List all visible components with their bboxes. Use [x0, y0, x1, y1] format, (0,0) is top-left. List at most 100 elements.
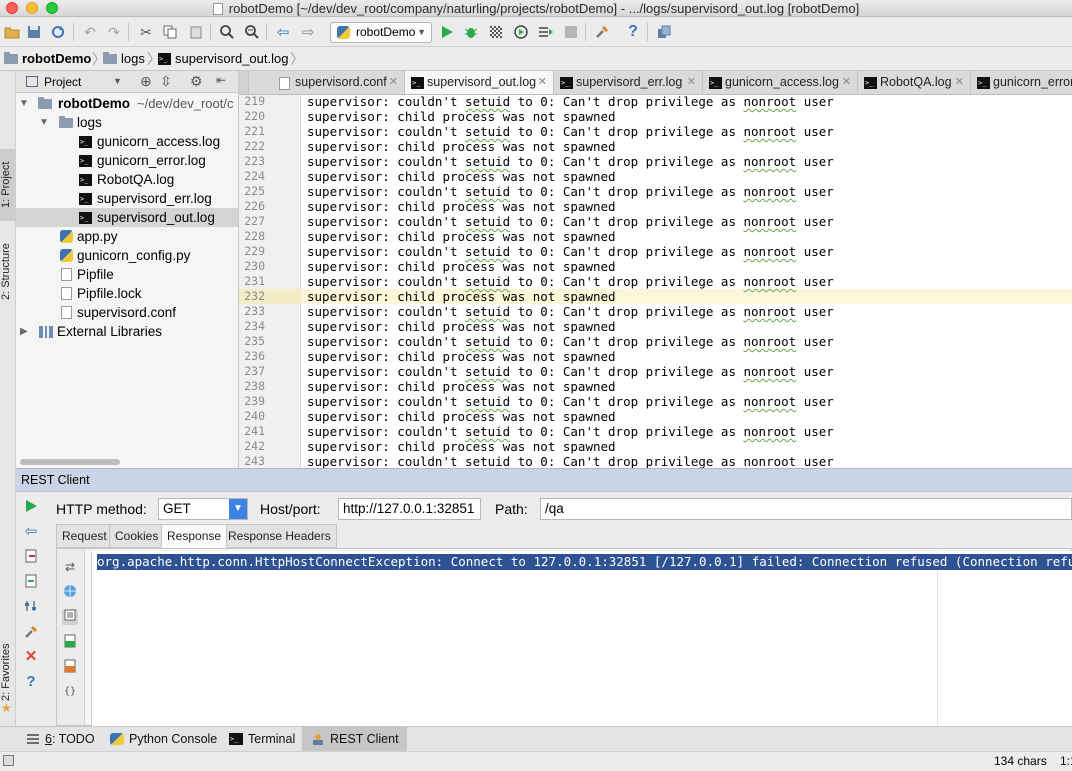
code-line[interactable]: supervisor: couldn't setuid to 0: Can't … [307, 184, 834, 199]
back-icon[interactable]: ⇦ [273, 22, 293, 42]
tab-supervisord-conf[interactable]: supervisord.conf ✕ [273, 71, 405, 94]
debug-icon[interactable] [461, 22, 481, 42]
tab-cookies[interactable]: Cookies [109, 524, 165, 548]
tool-tab-terminal[interactable]: >_ Terminal [220, 727, 303, 751]
close-icon[interactable]: ✕ [389, 71, 398, 94]
close-icon[interactable]: ✕ [955, 71, 964, 94]
breadcrumb-item-file[interactable]: >_ supervisord_out.log [158, 50, 288, 68]
gear-icon[interactable]: ⚙ [190, 73, 203, 90]
forward-icon[interactable]: ⇨ [298, 22, 318, 42]
xml-view-icon[interactable] [62, 659, 78, 675]
editor-area[interactable]: 219 220 221 222 223 224 225 226 227 228 229 230 231 2… [239, 95, 1072, 468]
close-icon[interactable]: ✕ [23, 649, 39, 665]
code-line[interactable]: supervisor: child process was not spawne… [307, 289, 616, 304]
tree-file[interactable]: >_ gunicorn_error.log [16, 151, 238, 170]
help-icon[interactable]: ? [623, 22, 643, 42]
tree-file[interactable]: >_ supervisord_err.log [16, 189, 238, 208]
tree-file[interactable]: gunicorn_config.py [16, 246, 238, 265]
redo-icon[interactable]: ↷ [104, 22, 124, 42]
code-line[interactable]: supervisor: couldn't setuid to 0: Can't … [307, 424, 834, 439]
tree-root-project[interactable]: ▼ robotDemo ~/dev/dev_root/c [16, 94, 238, 113]
coverage-icon[interactable] [486, 22, 506, 42]
code-line[interactable]: supervisor: child process was not spawne… [307, 169, 616, 184]
sync-icon[interactable] [48, 22, 68, 42]
find-icon[interactable] [217, 22, 237, 42]
horizontal-scrollbar[interactable] [20, 459, 120, 465]
code-line[interactable]: supervisor: child process was not spawne… [307, 199, 616, 214]
help-icon[interactable]: ? [23, 674, 39, 690]
run-icon[interactable] [437, 22, 457, 42]
open-folder-icon[interactable] [2, 22, 22, 42]
tool-tab-todo[interactable]: 6: TODO [17, 727, 103, 751]
close-icon[interactable]: ✕ [842, 71, 851, 94]
locate-target-icon[interactable]: ⊕ [140, 73, 152, 90]
globe-icon[interactable] [62, 584, 78, 600]
cursor-position[interactable]: 1:1 [1060, 752, 1072, 771]
tree-file[interactable]: Pipfile.lock [16, 284, 238, 303]
tree-file[interactable]: >_ gunicorn_access.log [16, 132, 238, 151]
html-view-icon[interactable] [62, 634, 78, 650]
response-body[interactable]: org.apache.http.conn.HttpHostConnectExce… [91, 551, 1072, 726]
code-line[interactable]: supervisor: couldn't setuid to 0: Can't … [307, 334, 834, 349]
close-icon[interactable]: ✕ [687, 71, 696, 94]
path-input[interactable]: /qa [540, 498, 1072, 520]
build-icon[interactable] [536, 22, 556, 42]
close-window-button[interactable] [6, 2, 18, 14]
vcs-icon[interactable] [654, 22, 674, 42]
expand-arrow-icon[interactable]: ▼ [39, 113, 49, 132]
back-icon[interactable]: ⇦ [23, 524, 39, 540]
minimize-window-button[interactable] [26, 2, 38, 14]
tab-robotqa-log[interactable]: >_ RobotQA.log ✕ [858, 71, 971, 94]
profile-icon[interactable] [511, 22, 531, 42]
tree-external-libraries[interactable]: ▶ External Libraries [16, 322, 238, 341]
code-line[interactable]: supervisor: couldn't setuid to 0: Can't … [307, 364, 834, 379]
toggle-tool-windows-icon[interactable] [3, 755, 14, 766]
code-line[interactable]: supervisor: couldn't setuid to 0: Can't … [307, 244, 834, 259]
copy-icon[interactable] [160, 22, 180, 42]
collapse-all-icon[interactable]: ⇳ [160, 73, 172, 90]
hide-panel-icon[interactable]: ⇤ [216, 73, 226, 87]
tab-gunicorn-error[interactable]: >_ gunicorn_error [971, 71, 1072, 94]
http-method-select[interactable]: GET ▼ [158, 498, 248, 520]
replace-icon[interactable] [242, 22, 262, 42]
code-line[interactable]: supervisor: couldn't setuid to 0: Can't … [307, 154, 834, 169]
undo-icon[interactable]: ↶ [80, 22, 100, 42]
code-line[interactable]: supervisor: child process was not spawne… [307, 349, 616, 364]
code-line[interactable]: supervisor: couldn't setuid to 0: Can't … [307, 214, 834, 229]
zoom-window-button[interactable] [46, 2, 58, 14]
code-line[interactable]: supervisor: child process was not spawne… [307, 319, 616, 334]
json-view-icon[interactable]: {} [62, 684, 78, 700]
tool-tab-rest-client[interactable]: REST Client [302, 727, 407, 751]
run-configuration-select[interactable]: robotDemo ▼ [330, 22, 432, 43]
tree-file[interactable]: supervisord.conf [16, 303, 238, 322]
chevron-down-icon[interactable]: ▼ [113, 76, 122, 86]
code-line[interactable]: supervisor: child process was not spawne… [307, 259, 616, 274]
tree-file[interactable]: app.py [16, 227, 238, 246]
code-line[interactable]: supervisor: child process was not spawne… [307, 139, 616, 154]
paste-icon[interactable] [186, 22, 206, 42]
breadcrumb-item-logs[interactable]: logs [103, 50, 145, 68]
tab-response[interactable]: Response [161, 524, 228, 548]
tab-gunicorn-access-log[interactable]: >_ gunicorn_access.log ✕ [703, 71, 858, 94]
code-line[interactable]: supervisor: couldn't setuid to 0: Can't … [307, 95, 834, 109]
code-line[interactable]: supervisor: child process was not spawne… [307, 229, 616, 244]
tab-response-headers[interactable]: Response Headers [222, 524, 337, 548]
tab-request[interactable]: Request [56, 524, 113, 548]
code-line[interactable]: supervisor: couldn't setuid to 0: Can't … [307, 454, 834, 468]
code-line[interactable]: supervisor: child process was not spawne… [307, 439, 616, 454]
config-icon[interactable] [23, 599, 39, 615]
close-icon[interactable]: ✕ [538, 71, 547, 94]
code-line[interactable]: supervisor: couldn't setuid to 0: Can't … [307, 304, 834, 319]
tree-file[interactable]: Pipfile [16, 265, 238, 284]
code-line[interactable]: supervisor: child process was not spawne… [307, 409, 616, 424]
code-line[interactable]: supervisor: couldn't setuid to 0: Can't … [307, 394, 834, 409]
code-line[interactable]: supervisor: child process was not spawne… [307, 109, 616, 124]
run-request-icon[interactable] [23, 499, 39, 515]
structure-tool-tab[interactable]: 2: Structure [0, 233, 16, 311]
project-view-label[interactable]: Project [44, 75, 81, 89]
tree-folder-logs[interactable]: ▼ logs [16, 113, 238, 132]
save-icon[interactable] [24, 22, 44, 42]
code-line[interactable]: supervisor: couldn't setuid to 0: Can't … [307, 274, 834, 289]
code-line[interactable]: supervisor: couldn't setuid to 0: Can't … [307, 124, 834, 139]
text-view-icon[interactable] [62, 609, 78, 625]
